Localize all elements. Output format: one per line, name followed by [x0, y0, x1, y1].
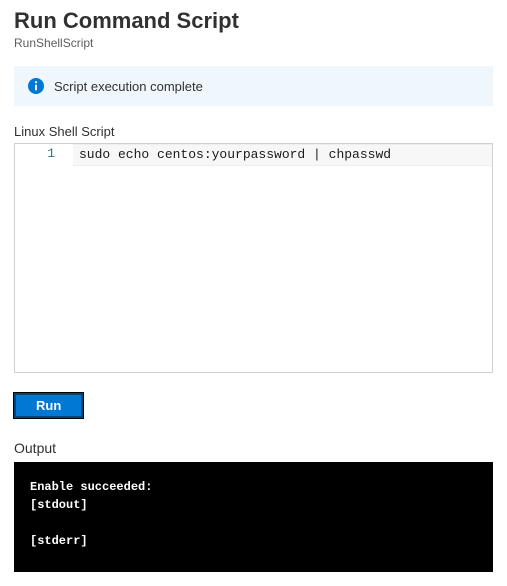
code-editor[interactable]: 1 sudo echo centos:yourpassword | chpass…	[14, 143, 493, 373]
output-label: Output	[14, 440, 493, 456]
info-icon	[28, 78, 44, 94]
run-button[interactable]: Run	[14, 393, 83, 418]
status-alert: Script execution complete	[14, 66, 493, 106]
code-line: 1 sudo echo centos:yourpassword | chpass…	[15, 144, 492, 166]
page-title: Run Command Script	[14, 8, 493, 34]
output-terminal: Enable succeeded: [stdout] [stderr]	[14, 462, 493, 572]
code-content[interactable]: sudo echo centos:yourpassword | chpasswd	[73, 144, 492, 166]
line-number: 1	[15, 144, 73, 166]
script-type-subtitle: RunShellScript	[14, 36, 493, 50]
status-alert-text: Script execution complete	[54, 79, 203, 94]
editor-label: Linux Shell Script	[14, 124, 493, 139]
